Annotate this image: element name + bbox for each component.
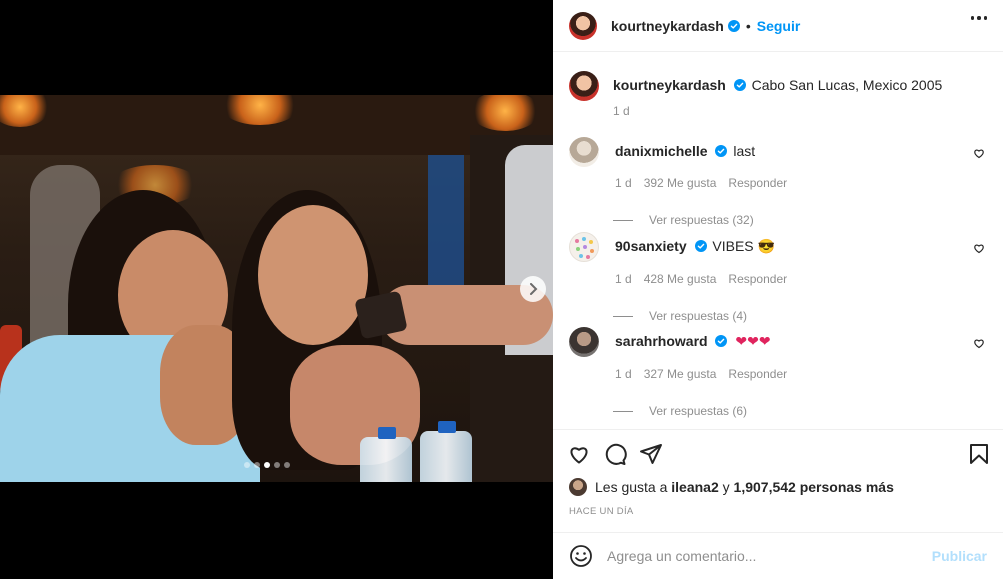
view-replies-label: Ver respuestas (6) [649, 404, 748, 418]
author-avatar[interactable] [569, 11, 597, 40]
separator-dot: • [745, 17, 751, 34]
caption-username[interactable]: kourtneykardash [613, 77, 726, 93]
post-photo[interactable] [0, 95, 553, 482]
photo-bottle [420, 431, 472, 482]
likes-count[interactable]: 1,907,542 personas más [734, 479, 894, 495]
comment-icon[interactable] [603, 442, 627, 466]
caption-time: 1 d [613, 104, 630, 118]
commenter-avatar[interactable] [569, 327, 599, 357]
commenter-avatar[interactable] [569, 137, 599, 167]
carousel-dot [274, 462, 280, 468]
comment-item: 90sanxiety VIBES 😎 1 d 428 Me gusta Resp… [569, 232, 987, 323]
replies-line [613, 410, 633, 412]
photo-face-right [258, 205, 368, 345]
view-replies-label: Ver respuestas (32) [649, 213, 754, 227]
bookmark-icon[interactable] [967, 442, 991, 466]
author-username[interactable]: kourtneykardash [611, 18, 724, 34]
commenter-username[interactable]: sarahrhoward [615, 333, 708, 349]
commenter-avatar[interactable] [569, 232, 599, 262]
verified-icon [733, 79, 746, 91]
carousel-dot [254, 462, 260, 468]
replies-line [613, 315, 633, 317]
likes-conjunction: y [722, 479, 730, 495]
comment-likes[interactable]: 327 Me gusta [644, 367, 717, 381]
view-replies-button[interactable]: Ver respuestas (6) [613, 404, 987, 418]
comment-text: last [733, 143, 756, 159]
comment-emoji: 😎 [757, 238, 775, 254]
post-timestamp[interactable]: HACE UN DÍA [569, 506, 634, 517]
comment-item: sarahrhoward ❤❤❤ 1 d 327 Me gusta Respon… [569, 327, 987, 418]
comment-time: 1 d [615, 176, 632, 190]
commenter-username[interactable]: 90sanxiety [615, 238, 687, 254]
more-options-icon[interactable] [970, 16, 987, 20]
replies-line [613, 219, 633, 221]
reply-button[interactable]: Responder [728, 367, 787, 381]
view-replies-button[interactable]: Ver respuestas (4) [613, 309, 987, 323]
carousel-dot [264, 462, 270, 468]
comment-time: 1 d [615, 367, 632, 381]
verified-icon [715, 145, 728, 157]
post-side-panel: kourtneykardash • Seguir kourtneykardash… [553, 0, 1003, 579]
post-actions [553, 429, 1003, 473]
post-caption: kourtneykardash Cabo San Lucas, Mexico 2… [569, 71, 942, 101]
photo-shelf [428, 155, 464, 305]
liker-avatar[interactable] [569, 478, 587, 496]
comment-text: VIBES [712, 238, 754, 254]
heart-icon[interactable] [973, 242, 985, 254]
photo-bottle-cap [438, 421, 456, 433]
emoji-icon[interactable] [569, 544, 593, 568]
comment-input[interactable] [607, 548, 932, 564]
post-header: kourtneykardash • Seguir [553, 0, 1003, 52]
reply-button[interactable]: Responder [728, 176, 787, 190]
chevron-right-icon [530, 283, 538, 295]
caption-avatar[interactable] [569, 71, 599, 101]
commenter-username[interactable]: danixmichelle [615, 143, 708, 159]
photo-bottle-cap [378, 427, 396, 439]
carousel-dot [284, 462, 290, 468]
verified-icon [694, 240, 707, 252]
next-slide-button[interactable] [520, 276, 546, 302]
comment-emoji: ❤❤❤ [735, 333, 771, 349]
liker-username[interactable]: ileana2 [671, 479, 718, 495]
carousel-indicator [244, 462, 290, 468]
heart-icon[interactable] [567, 442, 591, 466]
likes-prefix: Les gusta a [595, 479, 668, 495]
comment-item: danixmichelle last 1 d 392 Me gusta Resp… [569, 137, 987, 227]
share-icon[interactable] [639, 442, 663, 466]
comment-likes[interactable]: 392 Me gusta [644, 176, 717, 190]
publish-button[interactable]: Publicar [932, 548, 987, 564]
comment-time: 1 d [615, 272, 632, 286]
reply-button[interactable]: Responder [728, 272, 787, 286]
comment-composer: Publicar [553, 532, 1003, 579]
likes-summary: Les gusta a ileana2 y 1,907,542 personas… [569, 478, 894, 496]
follow-button[interactable]: Seguir [757, 18, 801, 34]
verified-icon [715, 335, 728, 347]
comment-likes[interactable]: 428 Me gusta [644, 272, 717, 286]
media-viewer [0, 0, 553, 579]
comments-list[interactable]: kourtneykardash Cabo San Lucas, Mexico 2… [553, 53, 1003, 429]
carousel-dot [244, 462, 250, 468]
verified-icon [727, 19, 740, 32]
view-replies-button[interactable]: Ver respuestas (32) [613, 213, 987, 227]
view-replies-label: Ver respuestas (4) [649, 309, 748, 323]
heart-icon[interactable] [973, 337, 985, 349]
caption-text: Cabo San Lucas, Mexico 2005 [751, 77, 943, 93]
heart-icon[interactable] [973, 147, 985, 159]
photo-bottle [360, 437, 412, 482]
